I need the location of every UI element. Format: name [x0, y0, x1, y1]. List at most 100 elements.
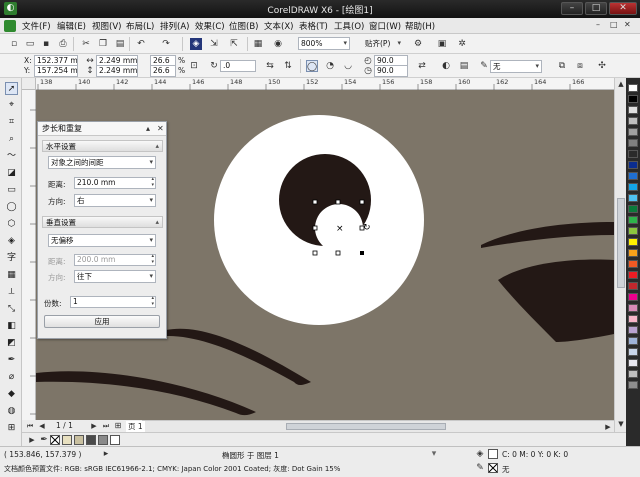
- ellipse-tool-icon[interactable]: ◯: [5, 201, 18, 214]
- paste-icon[interactable]: ▤: [114, 38, 126, 50]
- outline-pen-status-icon[interactable]: ✎: [474, 462, 486, 474]
- wrap-text-icon[interactable]: ▤: [458, 60, 470, 72]
- basic-shapes-icon[interactable]: ◈: [5, 235, 18, 248]
- undo-icon[interactable]: ↶: [135, 38, 147, 50]
- menu-tools[interactable]: 工具(O): [334, 20, 364, 32]
- pie-mode-icon[interactable]: ◔: [324, 60, 336, 72]
- palette-swatch[interactable]: [628, 381, 638, 389]
- palette-swatch[interactable]: [628, 337, 638, 345]
- interactive-fill-icon[interactable]: ◍: [5, 405, 18, 418]
- outline-color-swatch[interactable]: [488, 463, 498, 473]
- rotation-field[interactable]: .0: [220, 60, 256, 72]
- menu-window[interactable]: 窗口(W): [369, 20, 401, 32]
- height-field[interactable]: 2.249 mm: [96, 65, 138, 77]
- eyedropper-icon[interactable]: ✒: [38, 434, 50, 446]
- menu-effects[interactable]: 效果(C): [195, 20, 225, 32]
- doc-palette-swatch[interactable]: [62, 435, 72, 445]
- menu-table[interactable]: 表格(T): [299, 20, 328, 32]
- freehand-tool-icon[interactable]: 〜: [5, 150, 18, 163]
- mesh-fill-icon[interactable]: ⊞: [5, 422, 18, 435]
- palette-swatch[interactable]: [628, 227, 638, 235]
- fill-tool-icon[interactable]: ◆: [5, 388, 18, 401]
- export-icon[interactable]: ⇱: [228, 38, 240, 50]
- mirror-vertical-icon[interactable]: ⇅: [282, 60, 294, 72]
- save-icon[interactable]: ▪: [40, 38, 52, 50]
- vertical-mode-dropdown[interactable]: 无偏移: [48, 234, 156, 247]
- smart-fill-icon[interactable]: ◪: [5, 167, 18, 180]
- to-front-icon[interactable]: ⧉: [556, 60, 568, 72]
- close-button[interactable]: ✕: [609, 2, 637, 15]
- open-folder-icon[interactable]: ▭: [24, 38, 36, 50]
- palette-swatch[interactable]: [628, 216, 638, 224]
- doc-palette-swatch[interactable]: [86, 435, 96, 445]
- fill-color-swatch[interactable]: [488, 449, 498, 459]
- minimize-button[interactable]: –: [561, 2, 583, 15]
- options-icon[interactable]: ⚙: [412, 38, 424, 50]
- vertical-distance-field[interactable]: 200.0 mm: [74, 254, 156, 266]
- outline-tool-icon[interactable]: ⌀: [5, 371, 18, 384]
- palette-swatch[interactable]: [628, 194, 638, 202]
- palette-swatch[interactable]: [628, 326, 638, 334]
- dimension-tool-icon[interactable]: ⟂: [5, 286, 18, 299]
- docker-collapse-icon[interactable]: ▴: [146, 124, 150, 133]
- pick-tool-icon[interactable]: ➚: [5, 82, 18, 95]
- text-tool-icon[interactable]: 字: [5, 252, 18, 265]
- application-launcher-icon[interactable]: ▦: [252, 38, 264, 50]
- table-tool-icon[interactable]: ▦: [5, 269, 18, 282]
- palette-swatch[interactable]: [628, 128, 638, 136]
- palette-swatch[interactable]: [628, 205, 638, 213]
- menu-help[interactable]: 帮助(H): [405, 20, 435, 32]
- transparency-tool-icon[interactable]: ◩: [5, 337, 18, 350]
- lock-ratio-icon[interactable]: ⊡: [188, 60, 200, 72]
- direction-toggle-icon[interactable]: ⇄: [416, 60, 428, 72]
- right-eyebrow-shape[interactable]: [481, 222, 614, 248]
- palette-swatch[interactable]: [628, 238, 638, 246]
- menu-file[interactable]: 文件(F): [22, 20, 51, 32]
- zoom-tool-icon[interactable]: ⌕: [5, 133, 18, 146]
- y-position-field[interactable]: 157.254 mm: [34, 65, 78, 77]
- right-eye-shape[interactable]: [498, 259, 614, 342]
- print-icon[interactable]: ⎙: [57, 38, 69, 50]
- menu-view[interactable]: 视图(V): [92, 20, 121, 32]
- scale-y-field[interactable]: 26.6: [150, 65, 176, 77]
- palette-swatch[interactable]: [628, 282, 638, 290]
- fill-bucket-icon[interactable]: ◈: [474, 448, 486, 460]
- corel-connect-icon[interactable]: ◉: [272, 38, 284, 50]
- palette-swatch[interactable]: [628, 172, 638, 180]
- doc-palette-swatch[interactable]: [98, 435, 108, 445]
- palette-swatch[interactable]: [628, 315, 638, 323]
- menu-text[interactable]: 文本(X): [264, 20, 293, 32]
- docker-close-icon[interactable]: ✕: [157, 124, 164, 133]
- mirror-horizontal-icon[interactable]: ⇆: [264, 60, 276, 72]
- vertical-direction-dropdown[interactable]: 往下: [74, 270, 156, 283]
- palette-swatch[interactable]: [628, 370, 638, 378]
- vertical-scrollbar[interactable]: ▲ ▼: [614, 78, 626, 432]
- crop-tool-icon[interactable]: ⌗: [5, 116, 18, 129]
- menu-edit[interactable]: 编辑(E): [57, 20, 86, 32]
- eyedropper-tool-icon[interactable]: ✒: [5, 354, 18, 367]
- redo-icon[interactable]: ↷: [160, 38, 172, 50]
- vertical-scroll-thumb[interactable]: [617, 198, 625, 288]
- palette-swatch[interactable]: [628, 249, 638, 257]
- copy-icon[interactable]: ❐: [97, 38, 109, 50]
- arc-mode-icon[interactable]: ◡: [342, 60, 354, 72]
- new-document-icon[interactable]: ▫: [8, 38, 20, 50]
- palette-swatch[interactable]: [628, 117, 638, 125]
- doc-palette-arrow-icon[interactable]: ▶: [26, 434, 38, 446]
- doc-restore-button[interactable]: □: [610, 20, 618, 29]
- options-gear-icon[interactable]: ✲: [456, 38, 468, 50]
- vertical-ruler[interactable]: [22, 90, 36, 432]
- first-page-icon[interactable]: ⏮: [24, 420, 36, 432]
- snap-to-dropdown[interactable]: 贴齐(P): [362, 37, 404, 50]
- page-tab[interactable]: 页 1: [126, 421, 145, 432]
- doc-minimize-button[interactable]: –: [596, 20, 600, 29]
- horizontal-settings-header[interactable]: 水平设置: [42, 140, 163, 152]
- last-page-icon[interactable]: ⏭: [100, 420, 112, 432]
- horizontal-mode-dropdown[interactable]: 对象之间的间距: [48, 156, 156, 169]
- menu-bitmaps[interactable]: 位图(B): [229, 20, 258, 32]
- palette-swatch[interactable]: [628, 359, 638, 367]
- import-icon[interactable]: ⇲: [208, 38, 220, 50]
- horizontal-direction-dropdown[interactable]: 右: [74, 194, 156, 207]
- maximize-button[interactable]: □: [585, 2, 607, 15]
- add-page-icon[interactable]: ⊞: [112, 420, 124, 432]
